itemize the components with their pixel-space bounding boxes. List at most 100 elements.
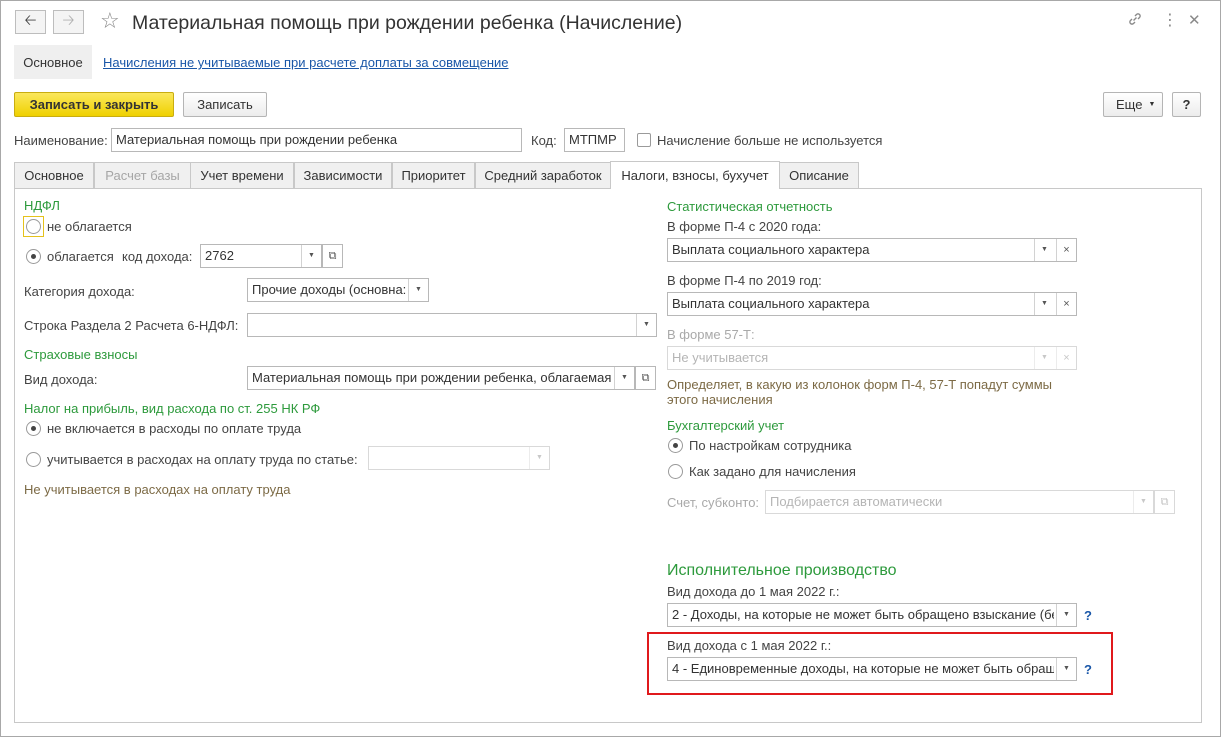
tab-taxes[interactable]: Налоги, взносы, бухучет <box>610 161 780 189</box>
code-field[interactable]: МТПМР <box>564 128 625 152</box>
enforcement-after-value: 4 - Единовременные доходы, на которые не… <box>672 661 1054 676</box>
chevron-down-icon[interactable]: ▼ <box>301 245 321 267</box>
arrow-right-icon: 🡢 <box>62 11 75 29</box>
category-field[interactable]: Прочие доходы (основна: ▼ <box>247 278 429 302</box>
f57-value: Не учитывается <box>672 350 769 365</box>
account-value: Подбирается автоматически <box>770 494 943 509</box>
enforcement-before-label: Вид дохода до 1 мая 2022 г.: <box>667 584 840 599</box>
code-value: МТПМР <box>569 132 617 147</box>
tab-average-earnings[interactable]: Средний заработок <box>475 162 611 188</box>
stats-note-line1: Определяет, в какую из колонок форм П-4,… <box>667 377 1053 392</box>
accounting-as-set-radio[interactable] <box>668 464 683 479</box>
tab-time-accounting[interactable]: Учет времени <box>190 162 294 188</box>
clear-icon[interactable]: × <box>1056 239 1076 261</box>
profit-not-included-radio[interactable] <box>26 421 41 436</box>
ndfl-taxed-label: облагается <box>47 249 114 264</box>
line-6ndfl-field[interactable]: ▼ <box>247 313 657 337</box>
unused-checkbox[interactable] <box>637 133 651 147</box>
chevron-down-icon[interactable]: ▼ <box>1034 239 1054 261</box>
accounting-section-title: Бухгалтерский учет <box>667 418 785 433</box>
tab-description[interactable]: Описание <box>779 162 859 188</box>
tab-base-calc[interactable]: Расчет базы <box>94 162 191 188</box>
ndfl-not-taxed-label: не облагается <box>47 219 132 234</box>
ndfl-not-taxed-radio[interactable] <box>26 219 41 234</box>
insurance-income-type-field[interactable]: Материальная помощь при рождении ребенка… <box>247 366 635 390</box>
profit-included-label: учитывается в расходах на оплату труда п… <box>47 452 358 467</box>
profit-article-field[interactable]: ▼ <box>368 446 550 470</box>
more-label: Еще <box>1116 97 1143 112</box>
chevron-down-icon[interactable]: ▼ <box>636 314 656 336</box>
forward-button[interactable]: 🡢 <box>53 10 84 34</box>
tab-priority[interactable]: Приоритет <box>392 162 475 188</box>
category-label: Категория дохода: <box>24 284 135 299</box>
accounting-by-employee-radio[interactable] <box>668 438 683 453</box>
income-code-label: код дохода: <box>122 249 193 264</box>
enforcement-after-help[interactable]: ? <box>1084 662 1092 677</box>
account-field: Подбирается автоматически ▼ <box>765 490 1154 514</box>
save-button[interactable]: Записать <box>183 92 267 117</box>
p4-2019-field[interactable]: Выплата социального характера ▼ × <box>667 292 1077 316</box>
star-icon[interactable]: ☆ <box>100 9 120 33</box>
accounting-as-set-label: Как задано для начисления <box>689 464 856 479</box>
insurance-section-title: Страховые взносы <box>24 347 138 362</box>
chevron-down-icon[interactable]: ▼ <box>408 279 428 301</box>
p4-2020-value: Выплата социального характера <box>672 242 870 257</box>
form-window: 🡠 🡢 ☆ Материальная помощь при рождении р… <box>0 0 1221 737</box>
p4-2020-label: В форме П-4 с 2020 года: <box>667 219 822 234</box>
income-code-value: 2762 <box>205 248 234 263</box>
line-6ndfl-label: Строка Раздела 2 Расчета 6-НДФЛ: <box>24 318 239 333</box>
profit-tax-section-title: Налог на прибыль, вид расхода по ст. 255… <box>24 401 321 416</box>
account-label: Счет, субконто: <box>667 495 760 510</box>
unused-label: Начисление больше не используется <box>657 133 883 148</box>
nav-main[interactable]: Основное <box>14 45 92 79</box>
save-close-button[interactable]: Записать и закрыть <box>14 92 174 117</box>
ndfl-taxed-radio[interactable] <box>26 249 41 264</box>
arrow-left-icon: 🡠 <box>24 11 37 29</box>
enforcement-before-value: 2 - Доходы, на которые не может быть обр… <box>672 607 1054 622</box>
stats-section-title: Статистическая отчетность <box>667 199 833 214</box>
open-icon[interactable]: ⧉ <box>635 366 656 390</box>
page-title: Материальная помощь при рождении ребенка… <box>132 12 683 34</box>
p4-2019-label: В форме П-4 по 2019 год: <box>667 273 822 288</box>
tab-main[interactable]: Основное <box>14 162 94 188</box>
open-icon[interactable]: ⧉ <box>322 244 343 268</box>
accounting-by-employee-label: По настройкам сотрудника <box>689 438 852 453</box>
chevron-down-icon: ▼ <box>1133 491 1153 513</box>
chevron-down-icon: ▼ <box>1034 347 1054 369</box>
p4-2019-value: Выплата социального характера <box>672 296 870 311</box>
name-field[interactable]: Материальная помощь при рождении ребенка <box>111 128 522 152</box>
chevron-down-icon: ▼ <box>1148 101 1156 108</box>
insurance-income-type-value: Материальная помощь при рождении ребенка… <box>252 370 612 385</box>
more-vertical-icon[interactable]: ⋮ <box>1162 11 1178 31</box>
f57-label: В форме 57-Т: <box>667 327 755 342</box>
more-button[interactable]: Еще ▼ <box>1103 92 1163 117</box>
ndfl-section-title: НДФЛ <box>24 198 60 213</box>
profit-included-radio[interactable] <box>26 452 41 467</box>
enforcement-section-title: Исполнительное производство <box>667 562 897 579</box>
stats-note-line2: этого начисления <box>667 392 773 407</box>
profit-tax-note: Не учитывается в расходах на оплату труд… <box>24 482 291 497</box>
insurance-income-type-label: Вид дохода: <box>24 372 98 387</box>
enforcement-before-field[interactable]: 2 - Доходы, на которые не может быть обр… <box>667 603 1077 627</box>
help-button[interactable]: ? <box>1172 92 1201 117</box>
chevron-down-icon[interactable]: ▼ <box>1034 293 1054 315</box>
clear-icon: × <box>1056 347 1076 369</box>
name-value: Материальная помощь при рождении ребенка <box>116 132 398 147</box>
enforcement-after-field[interactable]: 4 - Единовременные доходы, на которые не… <box>667 657 1077 681</box>
close-icon[interactable]: ✕ <box>1188 11 1201 31</box>
name-label: Наименование: <box>14 133 108 148</box>
nav-link-not-counted[interactable]: Начисления не учитываемые при расчете до… <box>103 55 509 70</box>
link-icon[interactable] <box>1127 11 1143 33</box>
enforcement-after-label: Вид дохода с 1 мая 2022 г.: <box>667 638 832 653</box>
tab-dependencies[interactable]: Зависимости <box>294 162 392 188</box>
enforcement-before-help[interactable]: ? <box>1084 608 1092 623</box>
clear-icon[interactable]: × <box>1056 293 1076 315</box>
chevron-down-icon[interactable]: ▼ <box>614 367 634 389</box>
profit-not-included-label: не включается в расходы по оплате труда <box>47 421 302 436</box>
chevron-down-icon[interactable]: ▼ <box>1056 658 1076 680</box>
chevron-down-icon[interactable]: ▼ <box>1056 604 1076 626</box>
p4-2020-field[interactable]: Выплата социального характера ▼ × <box>667 238 1077 262</box>
open-icon: ⧉ <box>1154 490 1175 514</box>
back-button[interactable]: 🡠 <box>15 10 46 34</box>
income-code-field[interactable]: 2762 ▼ <box>200 244 322 268</box>
